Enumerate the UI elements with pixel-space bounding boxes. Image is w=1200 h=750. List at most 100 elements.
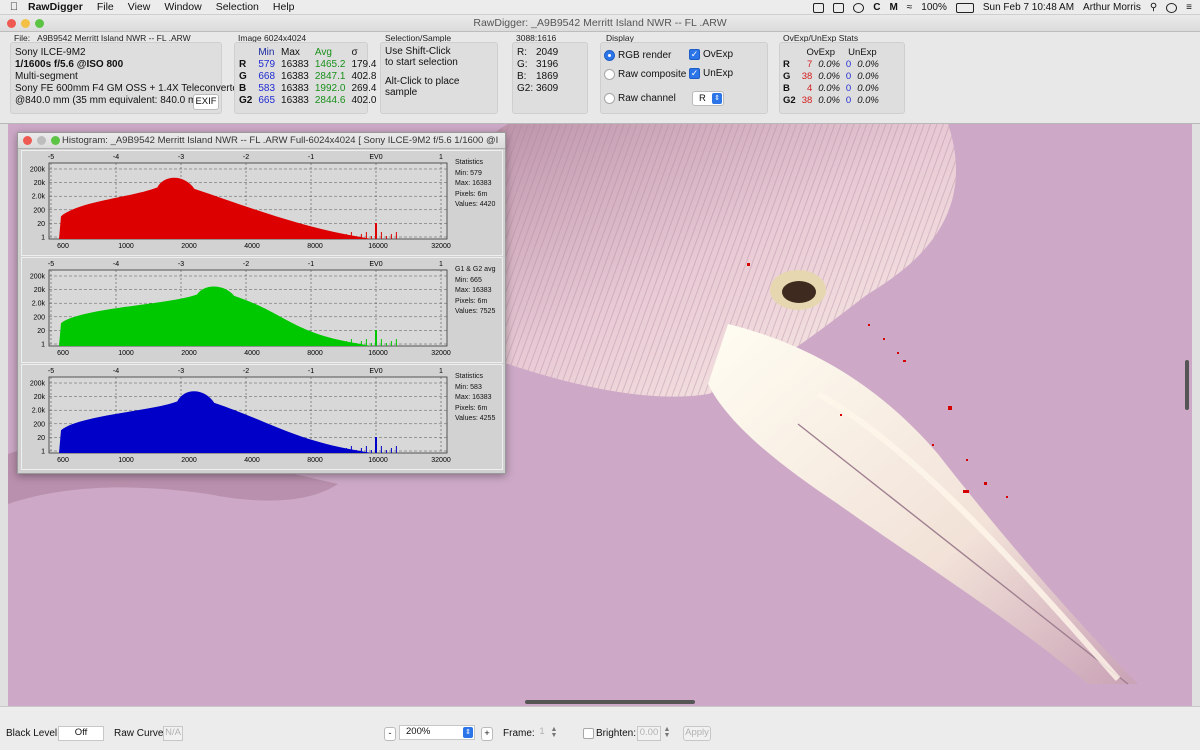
- menu-window[interactable]: Window: [164, 1, 201, 13]
- ev-tick-label: -4: [113, 154, 119, 161]
- row-channel: B: [239, 82, 247, 94]
- viewport-right-border: [1192, 124, 1200, 706]
- menu-help[interactable]: Help: [273, 1, 295, 13]
- zoom-out-button[interactable]: -: [384, 727, 396, 741]
- y-tick-label: 2.0k: [32, 194, 46, 201]
- col-sigma: σ: [351, 46, 358, 58]
- histogram-red-plot: -5 -4 -3 -2 -1 EV0 1 200k 20k 2.0k 200 20 1 600 1000 20…: [30, 154, 451, 250]
- stats-values: Values: 7525: [455, 308, 496, 315]
- horizontal-scrollbar[interactable]: [525, 700, 695, 704]
- wifi-icon[interactable]: ≈: [907, 2, 913, 13]
- table-row: R 7 0.0% 0 0.0%: [780, 58, 882, 70]
- x-tick-label: 2000: [181, 350, 197, 357]
- brighten-checkbox[interactable]: [583, 728, 594, 739]
- status-app-icon[interactable]: [813, 2, 825, 13]
- row-channel: G: [783, 70, 791, 82]
- stats-max: Max: 16383: [455, 180, 492, 187]
- y-tick-label: 20k: [34, 394, 46, 401]
- cell-un-pct: 0.0%: [857, 82, 879, 94]
- rgb-render-radio[interactable]: [604, 50, 615, 61]
- raw-composite-label[interactable]: Raw composite: [618, 69, 686, 80]
- frame-stepper-icon[interactable]: ▲ ▼: [550, 726, 558, 739]
- rgb-render-label[interactable]: RGB render: [618, 50, 671, 61]
- histogram-title-bar[interactable]: Histogram: _A9B9542 Merritt Island NWR -…: [18, 133, 505, 149]
- user-name[interactable]: Arthur Morris: [1083, 2, 1141, 13]
- y-tick-label: 2.0k: [32, 301, 46, 308]
- menu-view[interactable]: View: [128, 1, 151, 13]
- y-tick-label: 1: [41, 449, 45, 456]
- row-channel: G: [239, 70, 247, 82]
- cell-sigma: 269.4: [351, 82, 377, 94]
- menu-file[interactable]: File: [97, 1, 114, 13]
- y-tick-label: 1: [41, 235, 45, 242]
- control-center-icon[interactable]: ≡: [1186, 2, 1192, 13]
- film-strip-icon[interactable]: [833, 2, 845, 13]
- ev-tick-label: -4: [113, 261, 119, 268]
- siri-icon[interactable]: [1166, 2, 1178, 13]
- zoom-select[interactable]: 200% ⇕: [399, 725, 475, 740]
- battery-percent[interactable]: 100%: [921, 2, 947, 13]
- lens-info: Sony FE 600mm F4 GM OSS + 1.4X Teleconve…: [15, 83, 242, 94]
- cell-min: 668: [258, 70, 276, 82]
- apple-menu-icon[interactable]: : [0, 1, 28, 13]
- camera-model: Sony ILCE-9M2: [15, 47, 86, 58]
- status-c-icon[interactable]: C: [873, 2, 880, 13]
- y-tick-label: 20k: [34, 180, 46, 187]
- raw-curve-field[interactable]: N/A: [163, 726, 183, 741]
- info-panel: File: _A9B9542 Merritt Island NWR -- FL …: [0, 32, 1200, 124]
- histogram-close-button[interactable]: [23, 136, 32, 145]
- exif-button[interactable]: EXIF: [193, 94, 219, 110]
- ev-tick-label: EV0: [369, 261, 382, 268]
- raw-channel-label[interactable]: Raw channel: [618, 93, 676, 104]
- brighten-field[interactable]: 0.00: [637, 726, 661, 741]
- x-tick-label: 600: [57, 457, 69, 464]
- frame-field[interactable]: 1: [537, 726, 547, 741]
- status-s-icon[interactable]: [853, 2, 865, 13]
- ev-tick-label: -4: [113, 368, 119, 375]
- raw-composite-radio[interactable]: [604, 69, 615, 80]
- histogram-zoom-button[interactable]: [51, 136, 60, 145]
- x-tick-label: 2000: [181, 457, 197, 464]
- raw-channel-select[interactable]: R ⇕: [692, 91, 724, 106]
- y-tick-label: 200k: [30, 274, 46, 281]
- stats-values: Values: 4420: [455, 201, 496, 208]
- window-title-bar: RawDigger: _A9B9542 Merritt Island NWR -…: [0, 15, 1200, 32]
- ovexp-checkbox[interactable]: ✓: [689, 49, 700, 60]
- ev-tick-label: 1: [439, 261, 443, 268]
- black-level-field[interactable]: Off: [58, 726, 104, 741]
- histogram-red-stats: Statistics Min: 579 Max: 16383 Pixels: 6…: [455, 158, 495, 211]
- clock[interactable]: Sun Feb 7 10:48 AM: [983, 2, 1074, 13]
- ev-tick-label: EV0: [369, 154, 382, 161]
- row-channel: R: [783, 58, 790, 70]
- x-tick-label: 8000: [307, 243, 323, 250]
- histogram-green-stats: G1 & G2 avg Min: 665 Max: 16383 Pixels: …: [455, 265, 495, 318]
- apply-button[interactable]: Apply: [683, 726, 711, 741]
- unexp-checkbox[interactable]: ✓: [689, 68, 700, 79]
- cell-ov-count: 4: [806, 82, 813, 94]
- stats-min: Min: 665: [455, 276, 482, 284]
- brighten-stepper-icon[interactable]: ▲ ▼: [663, 726, 671, 739]
- vertical-scrollbar[interactable]: [1185, 360, 1189, 410]
- status-m-icon[interactable]: M: [889, 2, 897, 13]
- cell-avg: 2844.6: [314, 94, 346, 106]
- cell-sigma: 402.0: [351, 94, 377, 106]
- cell-ov-count: 38: [801, 70, 813, 82]
- menu-selection[interactable]: Selection: [216, 1, 259, 13]
- x-tick-label: 4000: [244, 350, 260, 357]
- histogram-minimize-button[interactable]: [37, 136, 46, 145]
- battery-icon[interactable]: [955, 2, 974, 13]
- x-tick-label: 4000: [244, 457, 260, 464]
- y-tick-label: 200: [33, 314, 45, 321]
- cell-avg: 1992.0: [314, 82, 346, 94]
- sample-r-value: 2049: [536, 47, 559, 58]
- x-tick-label: 32000: [431, 350, 451, 357]
- unexp-label[interactable]: UnExp: [703, 68, 733, 79]
- spotlight-search-icon[interactable]: ⚲: [1150, 2, 1157, 13]
- table-row: G2 665 16383 2844.6 402.0: [236, 94, 379, 106]
- zoom-in-button[interactable]: +: [481, 727, 493, 741]
- menu-app-name[interactable]: RawDigger: [28, 1, 83, 13]
- ovexp-label[interactable]: OvExp: [703, 49, 733, 60]
- raw-channel-radio[interactable]: [604, 93, 615, 104]
- x-tick-label: 16000: [368, 457, 388, 464]
- ev-tick-label: -5: [48, 368, 54, 375]
